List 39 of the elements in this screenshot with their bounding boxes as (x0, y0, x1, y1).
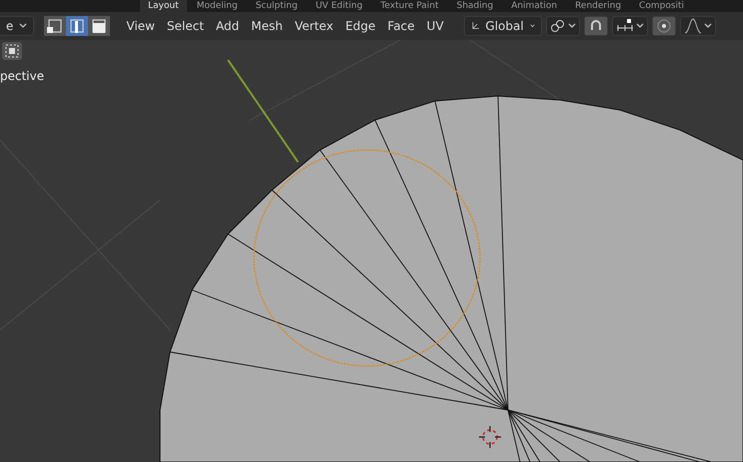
mode-dropdown[interactable]: e (0, 16, 34, 36)
3d-cursor-icon (478, 425, 502, 449)
vertex-select-button[interactable] (44, 16, 66, 36)
workspace-tab[interactable]: Modeling (188, 0, 246, 12)
menu-item[interactable]: Add (210, 19, 246, 33)
menu-item[interactable]: UV (420, 19, 450, 33)
menu-item[interactable]: Vertex (288, 19, 340, 33)
menu-item[interactable]: Face (382, 19, 421, 33)
falloff-dropdown[interactable] (680, 16, 716, 36)
edge-select-button[interactable] (66, 16, 88, 36)
pivot-icon (550, 19, 566, 33)
workspace-tab[interactable]: Sculpting (248, 0, 306, 12)
snap-increment-icon (616, 19, 634, 33)
snap-toggle[interactable] (584, 16, 608, 36)
proportional-edit-icon (656, 18, 672, 34)
caret-icon (19, 23, 28, 29)
viewport-label: pective (0, 69, 44, 83)
menu-item[interactable]: View (120, 19, 161, 33)
caret-icon (704, 23, 712, 29)
workspace-tab[interactable]: Shading (448, 0, 502, 12)
workspace-tab[interactable]: Compositi (631, 0, 692, 12)
box-select-tool[interactable] (2, 42, 22, 60)
falloff-curve-icon (684, 18, 702, 34)
menu-item[interactable]: Edge (339, 19, 382, 33)
menu-item[interactable]: Mesh (245, 19, 289, 33)
orientation-dropdown[interactable]: Global (464, 16, 542, 36)
snap-target-dropdown[interactable] (612, 16, 648, 36)
caret-icon (530, 23, 535, 29)
menu-item[interactable]: Select (160, 19, 210, 33)
face-select-button[interactable] (88, 16, 110, 36)
workspace-tab[interactable]: UV Editing (308, 0, 371, 12)
workspace-tab[interactable]: Texture Paint (372, 0, 447, 12)
pivot-dropdown[interactable] (546, 16, 580, 36)
workspace-tab[interactable]: Animation (503, 0, 566, 12)
caret-icon (636, 23, 644, 29)
caret-icon (568, 23, 576, 29)
workspace-tab[interactable]: Rendering (567, 0, 630, 12)
proportional-edit-toggle[interactable] (652, 16, 676, 36)
workspace-tab[interactable]: Layout (140, 0, 187, 12)
